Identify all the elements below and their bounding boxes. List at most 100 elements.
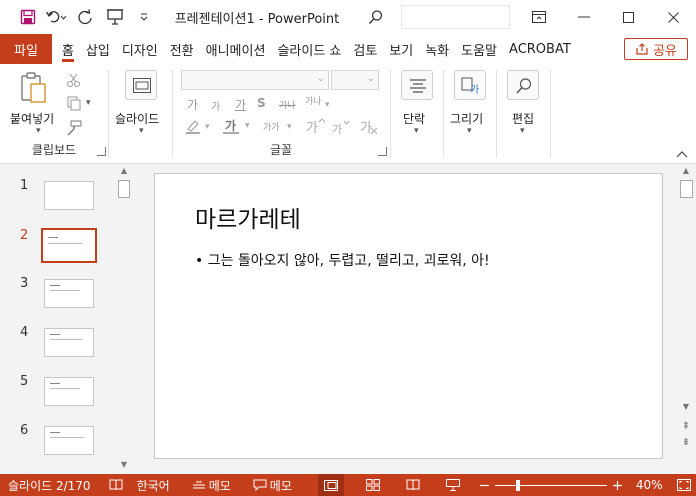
drawing-label: 그리기 bbox=[450, 112, 484, 126]
close-icon[interactable] bbox=[651, 0, 696, 34]
language[interactable]: 한국어 bbox=[137, 474, 170, 496]
format-painter-icon[interactable] bbox=[66, 120, 82, 136]
dialog-launcher-icon[interactable] bbox=[378, 147, 387, 156]
slide-thumbnail-3[interactable] bbox=[44, 279, 94, 308]
thumb-title-line bbox=[50, 383, 60, 384]
drawing-button[interactable]: 가 그리기 ▾ bbox=[448, 70, 494, 136]
thumb-title-line bbox=[50, 432, 60, 433]
slide-thumbnail-4[interactable] bbox=[44, 328, 94, 357]
accessibility-icon[interactable] bbox=[109, 474, 123, 496]
font-color-button[interactable]: 가 ▾ bbox=[223, 116, 257, 136]
highlight-color-button[interactable]: ▾ bbox=[185, 118, 215, 136]
editing-button[interactable]: 편집 ▾ bbox=[501, 70, 547, 136]
font-name-combo[interactable]: ⌄ bbox=[181, 70, 329, 90]
chevron-down-icon: ▾ bbox=[86, 98, 91, 108]
tab-design[interactable]: 디자인 bbox=[116, 34, 164, 64]
tab-insert[interactable]: 삽입 bbox=[80, 34, 116, 64]
scroll-up-icon[interactable]: ▲ bbox=[116, 164, 132, 178]
slide-sorter-icon[interactable] bbox=[360, 474, 386, 496]
customize-qat-icon[interactable] bbox=[129, 0, 158, 34]
thumbnail-scrollbar[interactable]: ▲ ▼ bbox=[116, 164, 132, 474]
tab-help[interactable]: 도움말 bbox=[455, 34, 503, 64]
tab-review[interactable]: 검토 bbox=[347, 34, 383, 64]
clear-formatting-icon[interactable]: 가 bbox=[359, 118, 379, 136]
shadow-button[interactable]: S bbox=[257, 96, 266, 110]
change-case-button[interactable]: 가가 ▾ bbox=[263, 120, 297, 138]
thumb-text-line bbox=[50, 290, 80, 291]
character-spacing-button[interactable]: 가나 bbox=[305, 94, 322, 107]
paragraph-icon bbox=[401, 70, 433, 100]
next-slide-icon[interactable]: ⇟ bbox=[678, 436, 694, 450]
account-area[interactable] bbox=[400, 5, 511, 29]
new-slide-button[interactable]: 슬라이드 ▾ bbox=[115, 70, 167, 136]
presentation-start-icon[interactable] bbox=[100, 0, 129, 34]
tab-home[interactable]: 홈 bbox=[56, 34, 80, 64]
slide-thumbnail-2[interactable] bbox=[41, 228, 97, 263]
group-paragraph: 단락 ▾ bbox=[391, 64, 443, 162]
zoom-slider[interactable] bbox=[494, 474, 607, 496]
tab-transitions[interactable]: 전환 bbox=[164, 34, 200, 64]
minimize-icon[interactable] bbox=[561, 0, 606, 34]
svg-text:가: 가 bbox=[332, 123, 342, 136]
share-icon bbox=[636, 43, 648, 55]
slide-thumbnail-5[interactable] bbox=[44, 377, 94, 406]
tab-slideshow[interactable]: 슬라이드 쇼 bbox=[271, 34, 347, 64]
save-icon[interactable] bbox=[14, 0, 41, 34]
slide-body-text[interactable]: • 그는 돌아오지 않아, 두렵고, 떨리고, 괴로워, 아! bbox=[195, 250, 490, 270]
tab-view[interactable]: 보기 bbox=[383, 34, 419, 64]
cut-icon[interactable] bbox=[66, 72, 82, 88]
scroll-thumb[interactable] bbox=[680, 180, 693, 198]
shapes-icon: 가 bbox=[454, 70, 486, 100]
undo-icon[interactable] bbox=[41, 0, 70, 34]
editor-scrollbar[interactable]: ▲ ▼ ⇞ ⇟ bbox=[678, 164, 696, 474]
redo-icon[interactable] bbox=[71, 0, 100, 34]
strikethrough-button[interactable]: 가나 bbox=[279, 98, 296, 111]
slideshow-view-icon[interactable] bbox=[440, 474, 466, 496]
scroll-down-icon[interactable]: ▼ bbox=[678, 400, 694, 414]
slide-canvas[interactable]: 마르가레테 • 그는 돌아오지 않아, 두렵고, 떨리고, 괴로워, 아! bbox=[154, 173, 663, 459]
decrease-font-size-button[interactable]: 가 bbox=[211, 98, 220, 113]
scroll-down-icon[interactable]: ▼ bbox=[116, 458, 132, 472]
slide-thumbnail-1[interactable] bbox=[44, 181, 94, 210]
previous-slide-icon[interactable]: ⇞ bbox=[678, 420, 694, 434]
reading-view-icon[interactable] bbox=[400, 474, 426, 496]
dialog-launcher-icon[interactable] bbox=[97, 147, 106, 156]
thumb-text-line bbox=[50, 388, 80, 389]
tab-animations[interactable]: 애니메이션 bbox=[200, 34, 272, 64]
highlighter-icon bbox=[186, 120, 200, 134]
notes-button[interactable]: 메모 bbox=[192, 474, 231, 496]
zoom-knob[interactable] bbox=[516, 479, 521, 491]
normal-view-icon[interactable] bbox=[317, 474, 344, 496]
paragraph-button[interactable]: 단락 ▾ bbox=[395, 70, 441, 136]
divider bbox=[550, 70, 551, 158]
slide-thumbnail-6[interactable] bbox=[44, 426, 94, 455]
scroll-up-icon[interactable]: ▲ bbox=[678, 164, 694, 178]
slide-thumbnail-pane: 1 2 3 4 5 6 ▲ ▼ bbox=[0, 164, 134, 474]
maximize-icon[interactable] bbox=[606, 0, 651, 34]
increase-font-size-button[interactable]: 가 bbox=[187, 96, 198, 113]
font-color-bar bbox=[223, 132, 239, 134]
zoom-in-icon[interactable] bbox=[612, 474, 622, 496]
paste-button[interactable]: 붙여넣기 ▾ bbox=[6, 70, 58, 136]
scroll-thumb[interactable] bbox=[118, 180, 130, 198]
search-icon[interactable] bbox=[361, 0, 390, 34]
tab-acrobat[interactable]: ACROBAT bbox=[503, 34, 577, 64]
font-size-combo[interactable]: ⌄ bbox=[331, 70, 379, 90]
collapse-ribbon-icon[interactable] bbox=[676, 148, 688, 161]
share-button[interactable]: 공유 bbox=[624, 38, 688, 60]
underline-button[interactable]: 가 bbox=[235, 96, 246, 113]
fit-to-window-icon[interactable] bbox=[676, 474, 691, 496]
ribbon-display-options-icon[interactable] bbox=[516, 0, 561, 34]
thumb-text-line bbox=[50, 437, 84, 438]
thumb-title-line bbox=[48, 237, 58, 238]
slide-number: 5 bbox=[20, 374, 29, 389]
grow-font-icon[interactable]: 가 bbox=[305, 118, 326, 136]
zoom-level[interactable]: 40% bbox=[636, 474, 663, 496]
tab-file[interactable]: 파일 bbox=[0, 34, 52, 64]
tab-record[interactable]: 녹화 bbox=[419, 34, 455, 64]
zoom-out-icon[interactable] bbox=[479, 474, 489, 496]
shrink-font-icon[interactable]: 가 bbox=[331, 120, 351, 136]
comments-button[interactable]: 메모 bbox=[253, 474, 292, 496]
copy-icon[interactable]: ▾ bbox=[66, 96, 94, 112]
slide-title[interactable]: 마르가레테 bbox=[195, 200, 301, 234]
